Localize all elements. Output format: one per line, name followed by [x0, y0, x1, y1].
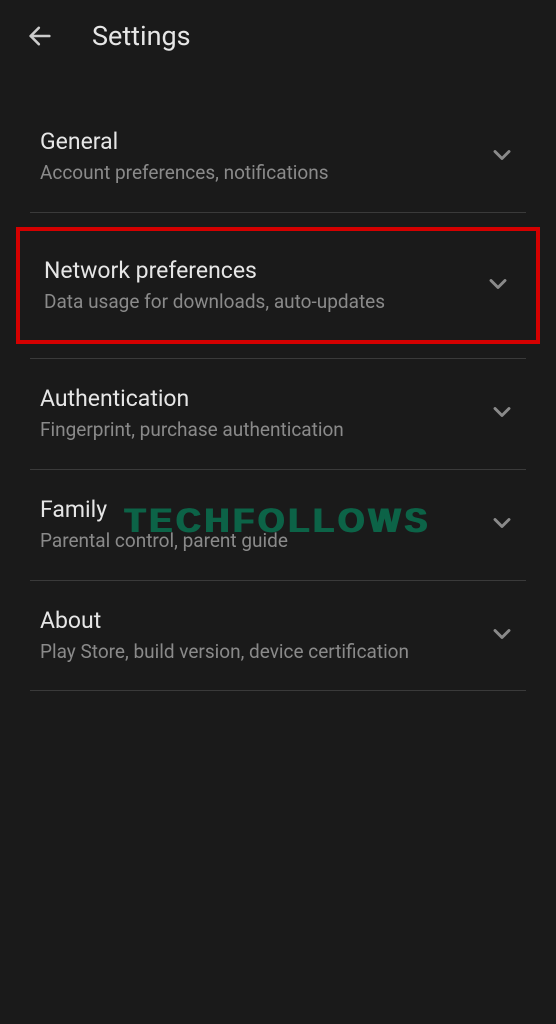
- setting-subtitle: Fingerprint, purchase authentication: [40, 418, 478, 443]
- setting-title: Authentication: [40, 385, 478, 412]
- setting-subtitle: Parental control, parent guide: [40, 529, 478, 554]
- header: Settings: [0, 0, 556, 72]
- divider: [30, 690, 526, 691]
- setting-title: About: [40, 607, 478, 634]
- setting-text: General Account preferences, notificatio…: [40, 128, 478, 186]
- setting-title: Family: [40, 496, 478, 523]
- setting-item-authentication[interactable]: Authentication Fingerprint, purchase aut…: [0, 359, 556, 469]
- highlighted-wrapper: Network preferences Data usage for downl…: [0, 213, 556, 359]
- setting-subtitle: Play Store, build version, device certif…: [40, 640, 478, 665]
- chevron-down-icon: [488, 509, 516, 541]
- setting-item-about[interactable]: About Play Store, build version, device …: [0, 581, 556, 691]
- setting-item-family[interactable]: Family Parental control, parent guide: [0, 470, 556, 580]
- settings-list: General Account preferences, notificatio…: [0, 72, 556, 691]
- back-button[interactable]: [22, 18, 58, 54]
- setting-subtitle: Account preferences, notifications: [40, 161, 478, 186]
- page-title: Settings: [92, 20, 191, 52]
- setting-item-general[interactable]: General Account preferences, notificatio…: [0, 102, 556, 212]
- setting-title: General: [40, 128, 478, 155]
- setting-text: Authentication Fingerprint, purchase aut…: [40, 385, 478, 443]
- back-arrow-icon: [26, 22, 54, 50]
- chevron-down-icon: [484, 270, 512, 302]
- chevron-down-icon: [488, 398, 516, 430]
- chevron-down-icon: [488, 141, 516, 173]
- setting-text: Network preferences Data usage for downl…: [44, 257, 474, 315]
- setting-text: Family Parental control, parent guide: [40, 496, 478, 554]
- setting-title: Network preferences: [44, 257, 474, 284]
- setting-text: About Play Store, build version, device …: [40, 607, 478, 665]
- setting-item-network-preferences[interactable]: Network preferences Data usage for downl…: [16, 227, 540, 345]
- setting-subtitle: Data usage for downloads, auto-updates: [44, 290, 474, 315]
- chevron-down-icon: [488, 620, 516, 652]
